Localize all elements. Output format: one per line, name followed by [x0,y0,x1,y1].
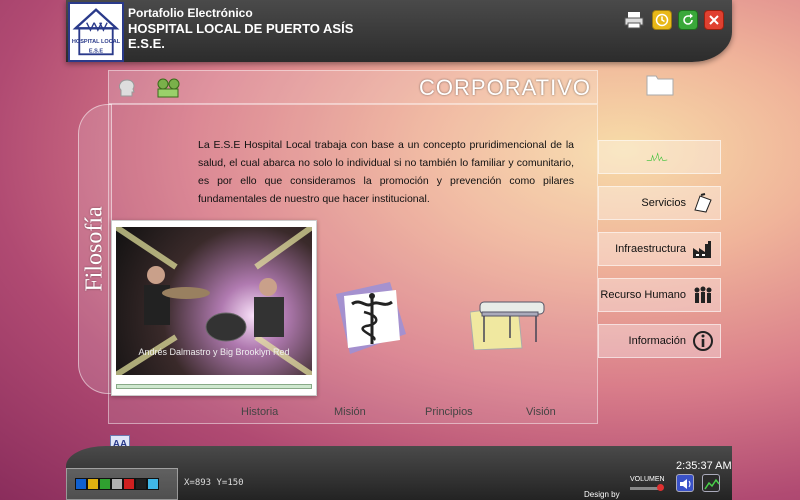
close-icon[interactable] [704,10,724,30]
info-icon [693,331,713,351]
heartbeat-graph-icon [646,152,667,162]
cursor-coordinates: X=893 Y=150 [184,478,244,488]
nav-principios[interactable]: Principios [425,406,473,418]
hospital-bed-icon [470,301,545,350]
color-swatch-black[interactable] [135,478,147,490]
menu-informacion-label: Información [628,335,686,347]
color-swatch-green[interactable] [99,478,111,490]
nav-mision[interactable]: Misión [334,406,366,418]
section-title-bar: CORPORATIVO [108,70,598,104]
video-frame: Andrés Dalmastro y Big Brooklyn Red [116,227,312,375]
video-player[interactable]: Andrés Dalmastro y Big Brooklyn Red [111,220,317,396]
hospital-logo: HOSPITAL LOCAL E.S.E [68,2,124,62]
color-swatch-gray[interactable] [111,478,123,490]
folder-icon[interactable] [646,72,674,96]
menu-servicios-label: Servicios [641,197,686,209]
refresh-icon[interactable] [678,10,698,30]
color-swatch-yellow[interactable] [87,478,99,490]
activity-graph [598,140,721,174]
side-tab-filosofia[interactable]: Filosofía [78,104,112,394]
volume-slider-handle[interactable] [657,484,664,491]
design-by-label: Design by [584,490,620,499]
menu-recurso-humano[interactable]: Recurso Humano [598,278,721,312]
factory-icon [693,241,711,258]
color-swatch-cyan[interactable] [147,478,159,490]
volume-label: VOLUMEN [630,476,665,483]
header-line-2: HOSPITAL LOCAL DE PUERTO ASÍS [128,21,354,36]
philosophy-text: La E.S.E Hospital Local trabaja con base… [198,139,574,205]
clock-display: 2:35:37 AM [676,460,732,472]
menu-infraestructura[interactable]: Infraestructura [598,232,721,266]
header-title: Portafolio Electrónico HOSPITAL LOCAL DE… [128,6,353,51]
chart-icon[interactable] [702,474,720,492]
head-profile-icon[interactable] [115,76,139,100]
projector-icon[interactable] [155,77,183,99]
speaker-icon[interactable] [676,474,694,492]
clipboard-icon [694,193,712,213]
people-icon [694,286,712,303]
video-progress-bar[interactable] [116,384,312,389]
color-palette [66,468,178,500]
clock-icon[interactable] [652,10,672,30]
side-tab-label: Filosofía [81,206,108,292]
svg-text:E.S.E: E.S.E [89,48,104,54]
nav-historia[interactable]: Historia [241,406,278,418]
nav-vision[interactable]: Visión [526,406,556,418]
menu-servicios[interactable]: Servicios [598,186,721,220]
section-title: CORPORATIVO [419,75,591,100]
menu-informacion[interactable]: Información [598,324,721,358]
header-line-1: Portafolio Electrónico [128,6,253,20]
window-controls [622,10,724,30]
header-line-3: E.S.E. [128,36,165,51]
caduceus-icon [336,282,406,354]
svg-text:HOSPITAL LOCAL: HOSPITAL LOCAL [72,39,121,45]
print-icon[interactable] [622,10,646,30]
video-caption: Andrés Dalmastro y Big Brooklyn Red [138,347,290,357]
color-swatch-blue[interactable] [75,478,87,490]
menu-recurso-humano-label: Recurso Humano [600,289,686,301]
menu-infraestructura-label: Infraestructura [615,243,686,255]
color-swatch-red[interactable] [123,478,135,490]
